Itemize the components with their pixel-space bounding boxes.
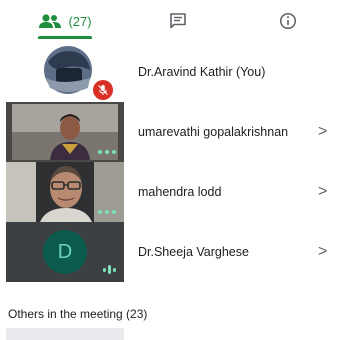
participant-row[interactable]: mahendra lodd > bbox=[0, 162, 340, 222]
tab-info[interactable] bbox=[268, 0, 308, 42]
active-tab-indicator bbox=[38, 36, 92, 39]
participant-row-self[interactable]: Dr.Aravind Kathir (You) bbox=[0, 42, 340, 102]
avatar: D bbox=[43, 230, 87, 274]
participant-tile-video bbox=[6, 102, 124, 162]
chat-icon bbox=[170, 13, 186, 29]
muted-badge bbox=[93, 80, 113, 100]
participant-tile-video bbox=[6, 162, 124, 222]
speaking-indicator bbox=[103, 265, 116, 274]
participant-name: umarevathi gopalakrishnan bbox=[138, 125, 289, 139]
participant-name: Dr.Aravind Kathir (You) bbox=[138, 65, 266, 79]
people-count: (27) bbox=[68, 13, 92, 29]
participant-name: mahendra lodd bbox=[138, 185, 222, 199]
tab-bar: (27) bbox=[0, 0, 340, 42]
tab-chat[interactable] bbox=[158, 0, 198, 42]
others-section-heading: Others in the meeting (23) bbox=[8, 307, 148, 321]
more-indicator bbox=[98, 150, 116, 154]
participant-tile-self bbox=[6, 42, 124, 102]
avatar-letter: D bbox=[57, 240, 73, 263]
people-icon bbox=[39, 14, 62, 28]
info-icon bbox=[279, 12, 297, 30]
chevron-right-icon[interactable]: > bbox=[318, 162, 327, 222]
participant-row[interactable]: D Dr.Sheeja Varghese > bbox=[0, 222, 340, 282]
mic-off-icon bbox=[98, 85, 108, 95]
participant-tile-avatar: D bbox=[6, 222, 124, 282]
chevron-right-icon[interactable]: > bbox=[318, 222, 327, 282]
more-indicator bbox=[98, 210, 116, 214]
chevron-right-icon[interactable]: > bbox=[318, 102, 327, 162]
participant-name: Dr.Sheeja Varghese bbox=[138, 245, 249, 259]
participant-row[interactable]: umarevathi gopalakrishnan > bbox=[0, 102, 340, 162]
participant-tile-partial bbox=[6, 328, 124, 340]
